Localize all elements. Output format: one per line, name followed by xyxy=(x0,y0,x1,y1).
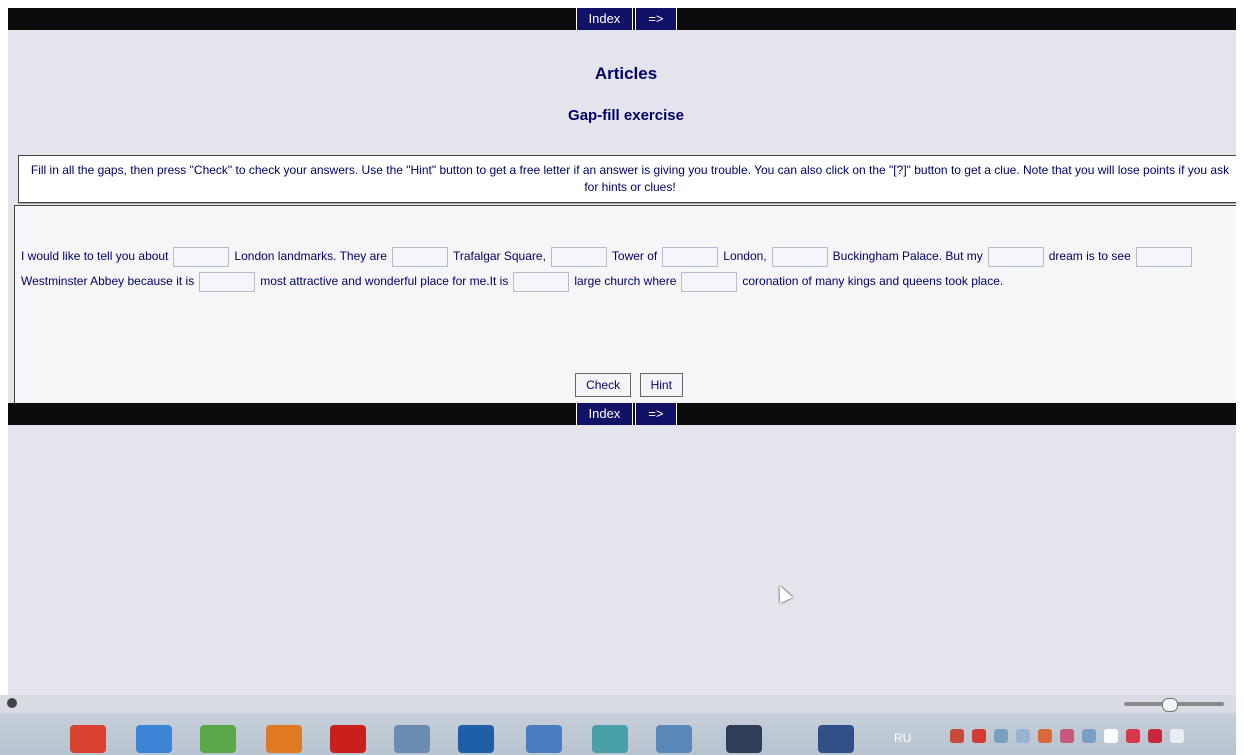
screen-edge xyxy=(1236,0,1244,755)
passage-text: coronation of many kings and queens took… xyxy=(742,274,1004,288)
gap-input-2[interactable] xyxy=(391,246,448,267)
passage-text: Buckingham Palace. But my xyxy=(832,249,983,263)
windows-taskbar: RU xyxy=(0,695,1244,755)
tray-icon[interactable] xyxy=(972,729,986,743)
index-link[interactable]: Index xyxy=(575,8,634,30)
app-icon[interactable] xyxy=(726,725,762,753)
system-tray xyxy=(950,729,1184,743)
app-icon[interactable] xyxy=(818,725,854,753)
zoom-slider-handle[interactable] xyxy=(1162,698,1178,712)
next-link[interactable]: => xyxy=(635,8,677,30)
check-button[interactable]: Check xyxy=(575,373,632,397)
tray-icon[interactable] xyxy=(994,729,1008,743)
media-player-icon[interactable] xyxy=(70,725,106,753)
opera-icon[interactable] xyxy=(330,725,366,753)
passage-text: Trafalgar Square, xyxy=(452,249,546,263)
gap-input-4[interactable] xyxy=(662,246,719,267)
browser-status-bar xyxy=(0,695,1244,713)
tray-icon[interactable] xyxy=(1126,729,1140,743)
icq-icon[interactable] xyxy=(200,725,236,753)
passage-text: Westminster Abbey because it is xyxy=(21,274,195,288)
gap-input-5[interactable] xyxy=(771,246,828,267)
explorer-icon[interactable] xyxy=(656,725,692,753)
browser-viewport: Index => Articles Gap-fill exercise Fill… xyxy=(8,8,1244,755)
passage-text: most attractive and wonderful place for … xyxy=(260,274,509,288)
tray-icon[interactable] xyxy=(950,729,964,743)
gap-input-6[interactable] xyxy=(987,246,1044,267)
page-subtitle: Gap-fill exercise xyxy=(568,107,684,124)
top-navbar: Index => xyxy=(8,8,1244,30)
passage-text: large church where xyxy=(574,274,677,288)
exercise-buttons: Check Hint xyxy=(15,373,1243,397)
word-icon[interactable] xyxy=(526,725,562,753)
gap-input-9[interactable] xyxy=(513,271,570,292)
internet-explorer-icon[interactable] xyxy=(136,725,172,753)
passage-text: dream is to see xyxy=(1048,249,1131,263)
page-title: Articles xyxy=(594,64,658,83)
instructions-box: Fill in all the gaps, then press "Check"… xyxy=(18,155,1242,203)
exercise-passage: I would like to tell you about London lan… xyxy=(21,244,1241,294)
passage-text: London, xyxy=(723,249,767,263)
gap-input-3[interactable] xyxy=(550,246,607,267)
gap-input-7[interactable] xyxy=(1135,246,1192,267)
zoom-icon[interactable] xyxy=(7,698,17,708)
app-icon[interactable] xyxy=(394,725,430,753)
gap-input-8[interactable] xyxy=(199,271,256,292)
passage-text: Tower of xyxy=(611,249,658,263)
app-icon[interactable] xyxy=(592,725,628,753)
language-indicator[interactable]: RU xyxy=(894,731,911,745)
mouse-cursor-icon xyxy=(773,582,793,604)
hint-button[interactable]: Hint xyxy=(639,373,683,397)
tray-icon[interactable] xyxy=(1082,729,1096,743)
passage-text: I would like to tell you about xyxy=(21,249,169,263)
exercise-panel: I would like to tell you about London lan… xyxy=(14,205,1244,405)
gap-input-10[interactable] xyxy=(681,271,738,292)
next-link[interactable]: => xyxy=(635,403,677,425)
firefox-icon[interactable] xyxy=(266,725,302,753)
photoshop-icon[interactable] xyxy=(458,725,494,753)
gap-input-1[interactable] xyxy=(173,246,230,267)
volume-icon[interactable] xyxy=(1170,729,1184,743)
tray-icon[interactable] xyxy=(1060,729,1074,743)
bottom-navbar: Index => xyxy=(8,403,1244,425)
tray-icon[interactable] xyxy=(1016,729,1030,743)
tray-icon[interactable] xyxy=(1148,729,1162,743)
signal-icon[interactable] xyxy=(1104,729,1118,743)
passage-text: London landmarks. They are xyxy=(234,249,387,263)
tray-icon[interactable] xyxy=(1038,729,1052,743)
index-link[interactable]: Index xyxy=(575,403,634,425)
